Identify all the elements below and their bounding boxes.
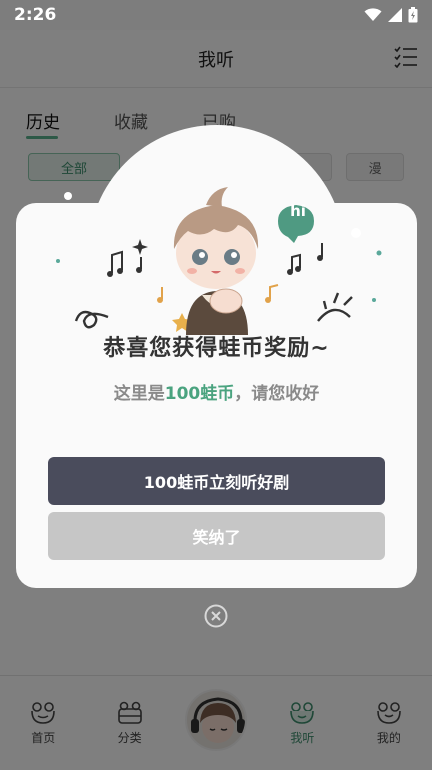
subtitle-suffix: ，请您收好 xyxy=(234,384,320,404)
hi-badge-text: hi xyxy=(290,202,306,220)
status-icons xyxy=(364,7,418,23)
dialog-title: 恭喜您获得蛙币奖励~ xyxy=(103,336,330,361)
status-bar: 2:26 xyxy=(0,0,432,30)
subtitle-prefix: 这里是 xyxy=(113,384,165,404)
coin-amount: 100蛙币 xyxy=(164,384,235,404)
mascot-illustration xyxy=(56,187,382,335)
close-icon[interactable] xyxy=(204,604,228,628)
battery-icon xyxy=(408,7,418,23)
status-time: 2:26 xyxy=(14,5,57,25)
reward-dialog: hi 恭喜您获得蛙币奖励~ 这里是100蛙币，请您收好 100蛙币立刻听好剧 笑… xyxy=(16,125,417,588)
dialog-subtitle: 这里是100蛙币，请您收好 xyxy=(16,379,417,404)
cellular-icon xyxy=(388,8,402,22)
accept-button[interactable]: 笑纳了 xyxy=(48,512,385,560)
listen-now-button[interactable]: 100蛙币立刻听好剧 xyxy=(48,457,385,505)
wifi-icon xyxy=(364,8,382,21)
